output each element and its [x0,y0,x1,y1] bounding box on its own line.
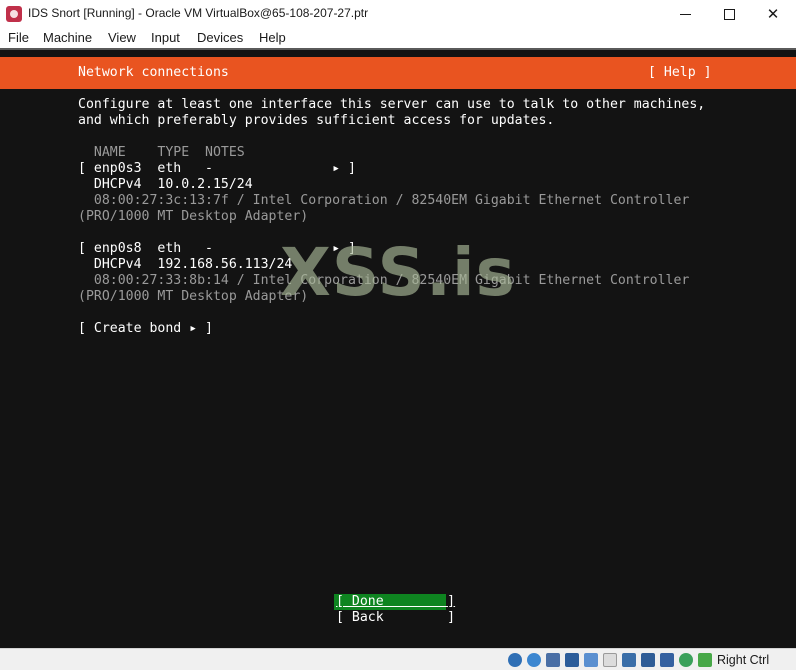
window-title: IDS Snort [Running] - Oracle VM VirtualB… [28,6,369,20]
help-button[interactable]: [ Help ] [648,65,712,81]
menu-input[interactable]: Input [151,30,180,45]
close-icon: ✕ [766,6,780,23]
vm-screen[interactable]: Network connections [ Help ] Configure a… [0,50,796,648]
menu-bar: File Machine View Input Devices Help [0,28,796,48]
interface-dhcp-enp0s8: DHCPv4 192.168.56.113/24 [78,257,293,272]
interface-column-header: NAME TYPE NOTES [78,145,245,160]
menu-machine[interactable]: Machine [43,30,92,45]
menu-devices[interactable]: Devices [197,30,243,45]
interface-adapter-enp0s3: (PRO/1000 MT Desktop Adapter) [78,209,309,224]
keyboard-capture-icon[interactable] [698,653,712,667]
usb-icon[interactable] [565,653,579,667]
window-title-bar: IDS Snort [Running] - Oracle VM VirtualB… [0,0,796,28]
audio-icon[interactable] [527,653,541,667]
display-icon[interactable] [603,653,617,667]
optical-drive-icon[interactable] [508,653,522,667]
menu-file[interactable]: File [8,30,29,45]
host-key-label: Right Ctrl [717,653,770,667]
status-bar: Right Ctrl [0,648,796,670]
create-bond-button[interactable]: [ Create bond ▸ ] [78,321,213,337]
network-icon[interactable] [546,653,560,667]
maximize-button[interactable] [706,0,752,28]
recording-icon[interactable] [641,653,655,667]
virtualbox-vm-icon [6,6,22,22]
watermark: XSS.is [280,234,516,311]
mouse-integration-icon[interactable] [679,653,693,667]
description-line-2: and which preferably provides sufficient… [78,113,555,128]
menu-view[interactable]: View [108,30,136,45]
done-button[interactable]: [ Done ] [336,594,455,610]
description-line-1: Configure at least one interface this se… [78,97,706,112]
maximize-icon [723,8,735,20]
back-button[interactable]: [ Back ] [336,610,455,626]
menu-help[interactable]: Help [259,30,286,45]
interface-dhcp-enp0s3: DHCPv4 10.0.2.15/24 [78,177,253,192]
video-capture-icon[interactable] [622,653,636,667]
interface-hw-enp0s3: 08:00:27:3c:13:7f / Intel Corporation / … [78,193,690,208]
interface-adapter-enp0s8: (PRO/1000 MT Desktop Adapter) [78,289,309,304]
close-button[interactable]: ✕ [750,0,796,28]
shared-folders-icon[interactable] [584,653,598,667]
interface-row-enp0s3[interactable]: [ enp0s3 eth - ▸ ] [78,161,356,177]
cpu-icon[interactable] [660,653,674,667]
page-title: Network connections [78,65,229,80]
minimize-icon [679,13,691,15]
minimize-button[interactable] [662,0,708,28]
